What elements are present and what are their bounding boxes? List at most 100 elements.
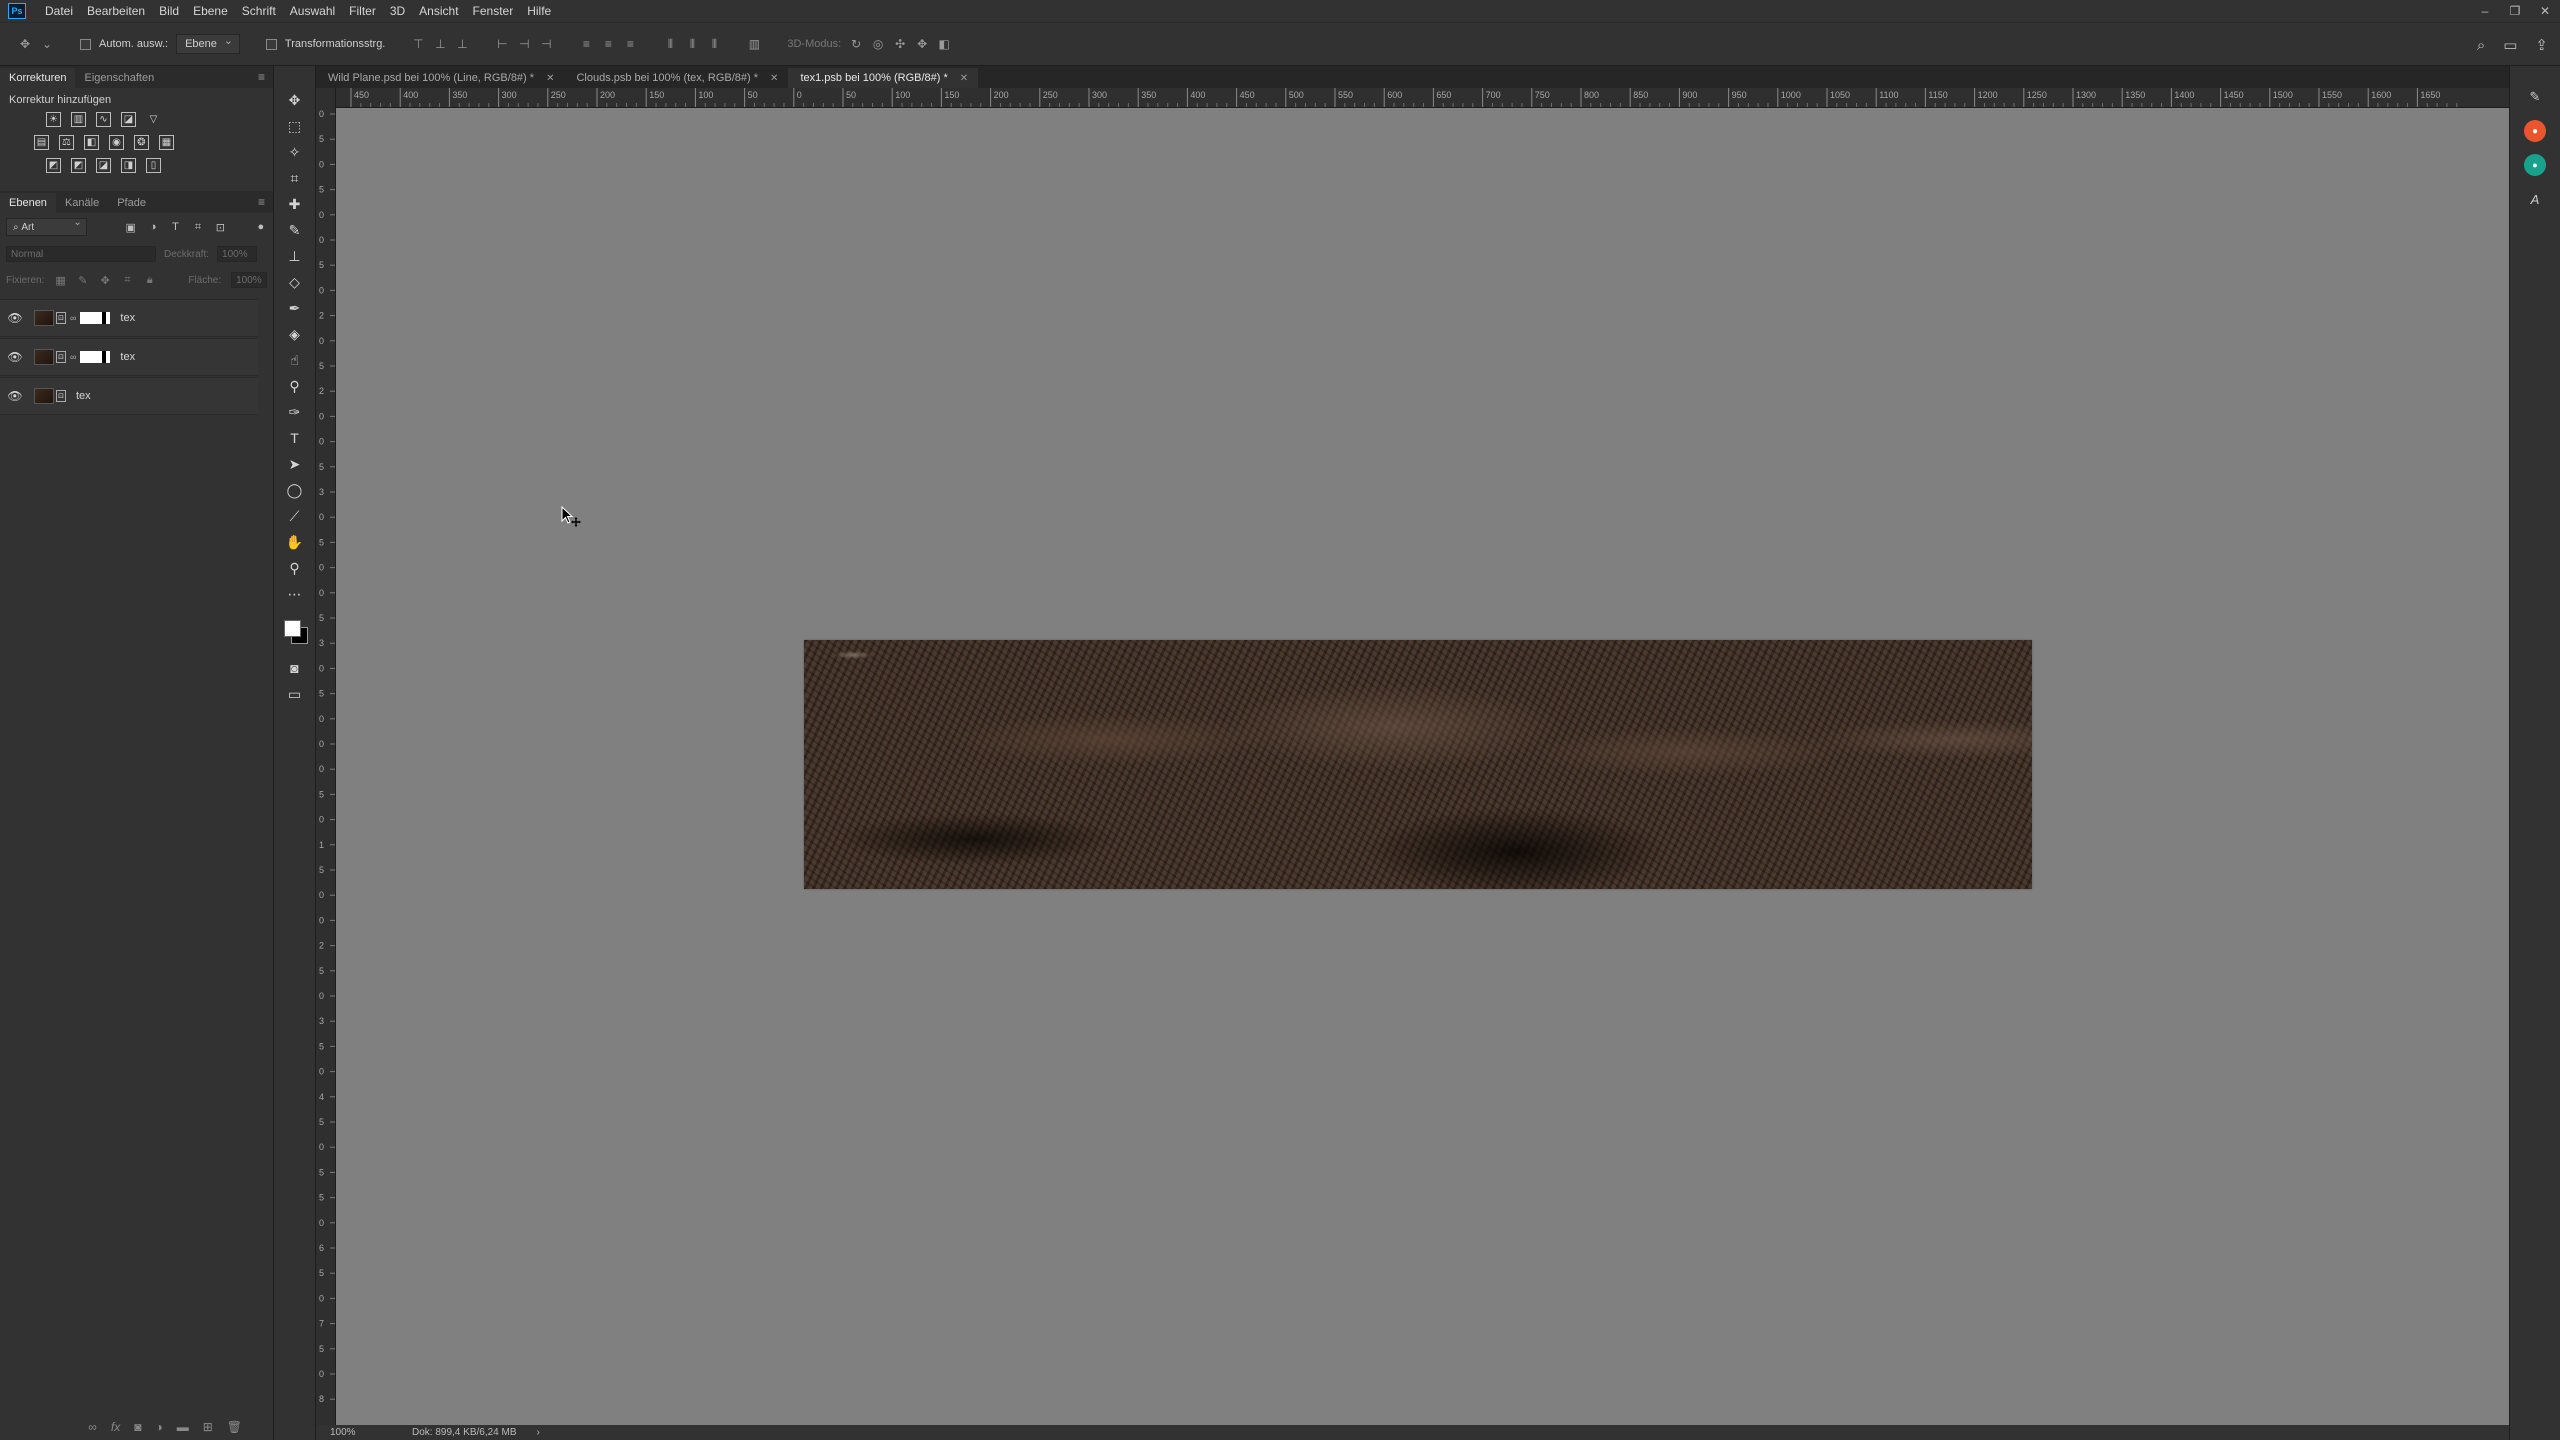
- new-adjustment-icon[interactable]: ◑: [155, 1420, 162, 1434]
- tab-ebenen[interactable]: Ebenen: [0, 193, 56, 213]
- brush-tool-icon[interactable]: ✎: [282, 218, 308, 242]
- crop-tool-icon[interactable]: ⌗: [282, 166, 308, 190]
- auto-align-icon[interactable]: ▥: [747, 37, 761, 51]
- pen-tool-icon[interactable]: ✑: [282, 400, 308, 424]
- search-icon[interactable]: ⌕: [2477, 37, 2485, 54]
- tool-preset-chevron-icon[interactable]: ⌄: [40, 37, 54, 51]
- fill-field[interactable]: 100%: [231, 272, 268, 288]
- doc-tab-tex1[interactable]: tex1.psb bei 100% (RGB/8#) * ✕: [788, 68, 979, 88]
- opacity-field[interactable]: 100%: [217, 246, 258, 262]
- magic-wand-tool-icon[interactable]: ✧: [282, 140, 308, 164]
- paint-bucket-tool-icon[interactable]: ◈: [282, 322, 308, 346]
- visibility-eye-icon[interactable]: 👁︎: [6, 311, 24, 325]
- filter-adjustment-icon[interactable]: ◑: [147, 221, 159, 233]
- quick-mask-icon[interactable]: ◙: [282, 656, 308, 680]
- layer-style-fx-icon[interactable]: fx: [111, 1420, 120, 1434]
- layer-row[interactable]: 👁︎ ⊡ ∞ tex: [0, 299, 258, 337]
- menu-filter[interactable]: Filter: [342, 0, 383, 22]
- distribute-bottom-icon[interactable]: ≡: [623, 37, 637, 51]
- levels-icon[interactable]: ▥: [71, 112, 86, 127]
- smudge-tool-icon[interactable]: ☝: [282, 348, 308, 372]
- doc-tab-clouds[interactable]: Clouds.psb bei 100% (tex, RGB/8#) * ✕: [564, 68, 788, 88]
- curves-icon[interactable]: ∿: [96, 112, 111, 127]
- zoom-level[interactable]: 100%: [316, 1427, 372, 1438]
- close-tab-icon[interactable]: ✕: [770, 73, 778, 84]
- panel-menu-icon[interactable]: ≡: [258, 70, 265, 84]
- horizontal-ruler[interactable]: 450 400 350 300 250 200 150 100 50 0 50 100 150 200 25…: [316, 88, 2509, 108]
- visibility-eye-icon[interactable]: 👁︎: [6, 389, 24, 403]
- 3d-pan-icon[interactable]: ✣: [893, 37, 907, 51]
- selective-color-icon[interactable]: ◨: [121, 158, 136, 173]
- 3d-orbit-icon[interactable]: ↻: [849, 37, 863, 51]
- new-group-icon[interactable]: ▬: [177, 1420, 189, 1434]
- filter-smart-object-icon[interactable]: ⊡: [214, 221, 226, 234]
- menu-fenster[interactable]: Fenster: [466, 0, 521, 22]
- layer-name[interactable]: tex: [76, 390, 91, 402]
- align-vcenter-icon[interactable]: ⊥: [433, 37, 447, 51]
- filter-shape-icon[interactable]: ⌗: [192, 221, 204, 234]
- layer-mask-thumbnail[interactable]: [80, 312, 111, 324]
- tab-kanaele[interactable]: Kanäle: [56, 193, 108, 213]
- threshold-icon[interactable]: ◪: [96, 158, 111, 173]
- align-left-icon[interactable]: ⊢: [495, 37, 509, 51]
- vibrance-icon[interactable]: ▽: [146, 112, 161, 127]
- lock-paint-icon[interactable]: ✎: [77, 274, 89, 287]
- zoom-tool-icon[interactable]: ⚲: [282, 556, 308, 580]
- transform-controls-checkbox[interactable]: [265, 38, 277, 50]
- tab-pfade[interactable]: Pfade: [108, 193, 155, 213]
- screen-mode-icon[interactable]: ▭: [282, 682, 308, 706]
- filter-pixel-icon[interactable]: ▣: [124, 221, 136, 234]
- close-tab-icon[interactable]: ✕: [546, 73, 554, 84]
- tab-eigenschaften[interactable]: Eigenschaften: [75, 68, 163, 88]
- foreground-color-swatch[interactable]: [283, 620, 301, 637]
- channel-mixer-icon[interactable]: ❂: [134, 135, 149, 150]
- menu-ebene[interactable]: Ebene: [186, 0, 235, 22]
- lock-all-icon[interactable]: 🔒︎: [144, 274, 156, 287]
- brush-settings-icon[interactable]: ✎: [2524, 86, 2546, 108]
- delete-layer-icon[interactable]: 🗑︎: [227, 1420, 242, 1434]
- gradient-map-icon[interactable]: ▯: [146, 158, 161, 173]
- new-layer-icon[interactable]: ⊞: [203, 1420, 213, 1434]
- filter-toggle-icon[interactable]: ●: [255, 221, 267, 233]
- workspace-icon[interactable]: ▭: [2503, 36, 2517, 54]
- move-tool-icon[interactable]: ✥: [18, 37, 32, 51]
- layer-filter-kind-dropdown[interactable]: ⌕ Art: [6, 217, 87, 236]
- hue-saturation-icon[interactable]: ▤: [34, 135, 49, 150]
- menu-hilfe[interactable]: Hilfe: [520, 0, 558, 22]
- layer-name[interactable]: tex: [120, 351, 135, 363]
- menu-3d[interactable]: 3D: [383, 0, 412, 22]
- menu-bearbeiten[interactable]: Bearbeiten: [80, 0, 152, 22]
- character-panel-icon[interactable]: A: [2524, 188, 2546, 210]
- photo-filter-icon[interactable]: ◉: [109, 135, 124, 150]
- menu-ansicht[interactable]: Ansicht: [412, 0, 465, 22]
- tab-korrekturen[interactable]: Korrekturen: [0, 68, 76, 88]
- auto-select-target-dropdown[interactable]: Ebene: [176, 34, 240, 54]
- dodge-tool-icon[interactable]: ⚲: [282, 374, 308, 398]
- soil-texture-image[interactable]: [804, 640, 2032, 889]
- distribute-vcenter-icon[interactable]: ≡: [601, 37, 615, 51]
- more-tools-icon[interactable]: ⋯: [282, 582, 308, 606]
- marquee-tool-icon[interactable]: ⬚: [282, 114, 308, 138]
- menu-schrift[interactable]: Schrift: [235, 0, 283, 22]
- lock-artboard-icon[interactable]: ⌗: [121, 274, 133, 287]
- visibility-eye-icon[interactable]: 👁︎: [6, 350, 24, 364]
- blend-mode-dropdown[interactable]: Normal: [6, 246, 156, 262]
- hand-tool-icon[interactable]: ✋: [282, 530, 308, 554]
- plugin-orange-icon[interactable]: ●: [2524, 120, 2546, 142]
- link-layers-icon[interactable]: ∞: [88, 1420, 97, 1434]
- menu-auswahl[interactable]: Auswahl: [283, 0, 342, 22]
- eraser-tool-icon[interactable]: ◇: [282, 270, 308, 294]
- distribute-top-icon[interactable]: ≡: [579, 37, 593, 51]
- mask-link-icon[interactable]: ∞: [70, 313, 76, 323]
- align-right-icon[interactable]: ⊣: [539, 37, 553, 51]
- align-bottom-icon[interactable]: ⊥: [455, 37, 469, 51]
- black-white-icon[interactable]: ◧: [84, 135, 99, 150]
- layer-row[interactable]: 👁︎ ⊡ ∞ tex: [0, 338, 258, 376]
- layers-panel-menu-icon[interactable]: ≡: [258, 195, 265, 209]
- mask-link-icon[interactable]: ∞: [70, 352, 76, 362]
- eyedropper-tool-icon[interactable]: ✒: [282, 296, 308, 320]
- lock-transparency-icon[interactable]: ▦: [54, 274, 66, 287]
- distribute-right-icon[interactable]: ⦀: [707, 37, 721, 51]
- invert-icon[interactable]: ◩: [46, 158, 61, 173]
- status-menu-arrow[interactable]: ›: [517, 1427, 540, 1438]
